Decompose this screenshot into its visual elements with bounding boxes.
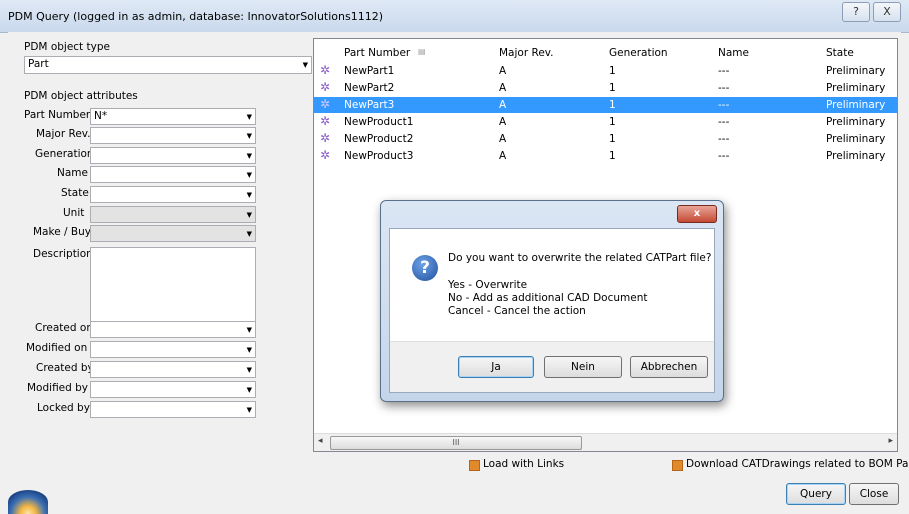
field-label-created-on: Created on	[35, 322, 93, 334]
chevron-down-icon: ▼	[246, 346, 252, 354]
chevron-down-icon: ▼	[246, 171, 252, 179]
window-title: PDM Query (logged in as admin, database:…	[8, 10, 384, 23]
window-close-button[interactable]: X	[873, 2, 901, 22]
generation-field[interactable]: ▼	[90, 147, 256, 164]
part-icon: ✲	[320, 80, 331, 94]
field-label-state: State	[61, 187, 89, 199]
description-field[interactable]	[90, 247, 256, 322]
name-field[interactable]: ▼	[90, 166, 256, 183]
chevron-down-icon: ▼	[246, 113, 252, 121]
dialog-footer: Ja Nein Abbrechen	[390, 341, 714, 392]
chevron-down-icon: ▼	[246, 406, 252, 414]
product-icon: ✲	[320, 148, 331, 162]
field-label-locked-by: Locked by	[37, 402, 90, 414]
column-header-major-rev[interactable]: Major Rev.	[499, 47, 554, 59]
attributes-label: PDM object attributes	[24, 90, 138, 102]
load-links-label: Load with Links	[483, 458, 565, 470]
column-header-part-number[interactable]: Part Number	[344, 47, 410, 59]
chevron-down-icon: ▼	[246, 211, 252, 219]
chevron-down-icon: ▼	[246, 152, 252, 160]
unit-select[interactable]: ▼	[90, 206, 256, 223]
close-button[interactable]: Close	[849, 483, 899, 505]
chevron-down-icon: ▼	[246, 230, 252, 238]
product-icon: ✲	[320, 131, 331, 145]
field-label-make-buy: Make / Buy	[33, 226, 91, 238]
help-button[interactable]: ?	[842, 2, 870, 22]
product-icon: ✲	[320, 114, 331, 128]
major-rev-field[interactable]: ▼	[90, 127, 256, 144]
column-header-name[interactable]: Name	[718, 47, 749, 59]
field-label-unit: Unit	[63, 207, 85, 219]
dialog-close-button[interactable]: x	[677, 205, 717, 223]
dialog-option-cancel-text: Cancel - Cancel the action	[448, 305, 586, 317]
chevron-down-icon: ▼	[246, 326, 252, 334]
table-row-selected[interactable]: ✲ NewPart3 A 1 --- Preliminary	[314, 97, 897, 113]
object-type-label: PDM object type	[24, 41, 110, 53]
chevron-down-icon: ▼	[246, 191, 252, 199]
field-label-modified-on: Modified on	[26, 342, 88, 354]
title-bar: PDM Query (logged in as admin, database:…	[0, 0, 909, 33]
field-label-major-rev: Major Rev.	[36, 128, 91, 140]
field-label-name: Name	[57, 167, 88, 179]
table-row[interactable]: ✲ NewProduct2 A 1 --- Preliminary	[314, 131, 897, 147]
app-logo	[8, 490, 48, 514]
scroll-right-icon[interactable]: ▸	[888, 436, 893, 446]
table-row[interactable]: ✲ NewPart1 A 1 --- Preliminary	[314, 63, 897, 79]
confirm-dialog: x ? Do you want to overwrite the related…	[380, 200, 724, 402]
dialog-body: ? Do you want to overwrite the related C…	[389, 228, 715, 393]
chevron-down-icon: ▼	[246, 386, 252, 394]
field-label-modified-by: Modified by	[27, 382, 89, 394]
dialog-option-yes-text: Yes - Overwrite	[448, 279, 528, 291]
modified-on-field[interactable]: ▼	[90, 341, 256, 358]
field-label-created-by: Created by	[36, 362, 94, 374]
table-row[interactable]: ✲ NewProduct3 A 1 --- Preliminary	[314, 148, 897, 164]
dialog-option-no-text: No - Add as additional CAD Document	[448, 292, 648, 304]
dialog-question: Do you want to overwrite the related CAT…	[448, 252, 712, 264]
part-icon: ✲	[320, 97, 331, 111]
created-by-field[interactable]: ▼	[90, 361, 256, 378]
no-button[interactable]: Nein	[544, 356, 622, 378]
field-label-description: Description	[33, 248, 93, 260]
make-buy-select[interactable]: ▼	[90, 225, 256, 242]
column-header-state[interactable]: State	[826, 47, 854, 59]
part-icon: ✲	[320, 63, 331, 77]
horizontal-scrollbar[interactable]: ◂ III ▸	[314, 433, 897, 451]
cancel-button[interactable]: Abbrechen	[630, 356, 708, 378]
sort-icon: ▤	[418, 47, 426, 56]
yes-button[interactable]: Ja	[458, 356, 534, 378]
scroll-thumb[interactable]: III	[330, 436, 582, 450]
scroll-left-icon[interactable]: ◂	[318, 436, 323, 446]
locked-by-field[interactable]: ▼	[90, 401, 256, 418]
chevron-down-icon: ▼	[246, 366, 252, 374]
column-header-generation[interactable]: Generation	[609, 47, 668, 59]
chevron-down-icon: ▼	[302, 61, 308, 69]
table-row[interactable]: ✲ NewPart2 A 1 --- Preliminary	[314, 80, 897, 96]
modified-by-field[interactable]: ▼	[90, 381, 256, 398]
table-row[interactable]: ✲ NewProduct1 A 1 --- Preliminary	[314, 114, 897, 130]
question-icon: ?	[412, 255, 438, 281]
query-button[interactable]: Query	[786, 483, 846, 505]
state-field[interactable]: ▼	[90, 186, 256, 203]
field-label-generation: Generation	[35, 148, 94, 160]
object-type-select[interactable]: Part ▼	[24, 56, 312, 74]
field-label-part-number: Part Number	[24, 109, 91, 121]
chevron-down-icon: ▼	[246, 132, 252, 140]
created-on-field[interactable]: ▼	[90, 321, 256, 338]
part-number-field[interactable]: N* ▼	[90, 108, 256, 125]
download-drawings-checkbox[interactable]	[672, 460, 683, 471]
download-drawings-label: Download CATDrawings related to BOM Part	[686, 458, 909, 470]
load-links-checkbox[interactable]	[469, 460, 480, 471]
